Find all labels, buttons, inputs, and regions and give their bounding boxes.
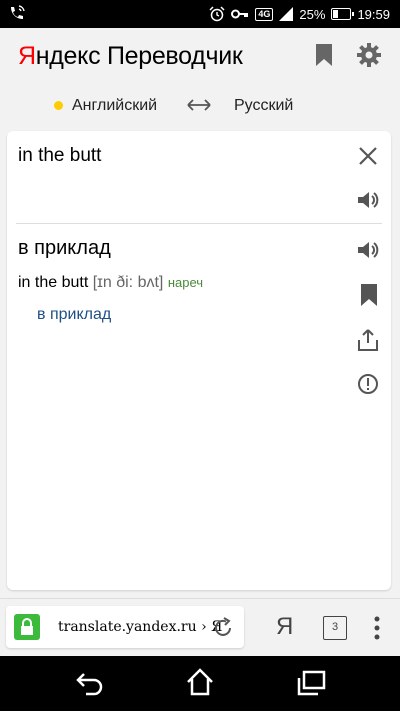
yandex-button[interactable]: Я bbox=[276, 613, 293, 641]
dictionary-meaning[interactable]: в приклад bbox=[37, 306, 111, 324]
battery-percent: 25% bbox=[299, 6, 326, 22]
address-bar[interactable]: translate.yandex.ru › Я bbox=[6, 606, 244, 648]
speaker-icon[interactable] bbox=[356, 189, 380, 211]
clock: 19:59 bbox=[357, 6, 390, 22]
more-vertical-icon[interactable] bbox=[370, 615, 384, 641]
bookmark-icon[interactable] bbox=[312, 42, 336, 68]
share-icon[interactable] bbox=[356, 328, 380, 352]
translation-text: в приклад bbox=[18, 237, 111, 259]
signal-icon bbox=[279, 7, 294, 21]
lock-icon bbox=[14, 614, 40, 640]
source-language[interactable]: Английский bbox=[72, 97, 157, 115]
logo-translator: Переводчик bbox=[100, 42, 243, 70]
transcription: [ɪn ði: bʌt] bbox=[92, 274, 164, 291]
yandex-translate-logo[interactable]: Яндекс Переводчик bbox=[18, 42, 243, 71]
status-bar: 4G 25% 19:59 bbox=[0, 0, 400, 28]
app-header: Яндекс Переводчик bbox=[0, 28, 400, 84]
dictionary-word: in the butt bbox=[18, 274, 89, 291]
status-left bbox=[8, 4, 26, 25]
url-text[interactable]: translate.yandex.ru › Я bbox=[58, 619, 222, 635]
divider bbox=[16, 223, 382, 224]
navigation-bar bbox=[0, 656, 400, 711]
recent-apps-icon[interactable] bbox=[296, 670, 326, 696]
tabs-button[interactable]: 3 bbox=[323, 616, 347, 640]
status-right: 4G 25% 19:59 bbox=[209, 6, 390, 22]
back-icon[interactable] bbox=[76, 670, 104, 696]
4g-icon: 4G bbox=[255, 7, 274, 21]
browser-toolbar: translate.yandex.ru › Я Я 3 bbox=[0, 598, 400, 656]
key-icon bbox=[231, 9, 249, 19]
close-icon[interactable] bbox=[358, 146, 378, 166]
alarm-icon bbox=[209, 6, 225, 22]
language-selector: Английский Русский bbox=[0, 88, 400, 124]
wifi-call-icon bbox=[11, 5, 25, 19]
translation-card: in the butt в приклад in the butt [ɪn ði… bbox=[7, 131, 391, 590]
speaker-icon[interactable] bbox=[356, 239, 380, 261]
bookmark-icon[interactable] bbox=[358, 283, 380, 307]
reload-icon[interactable] bbox=[212, 617, 234, 639]
source-text-input[interactable]: in the butt bbox=[18, 145, 101, 167]
home-icon[interactable] bbox=[186, 668, 214, 696]
logo-ya: Я bbox=[18, 42, 36, 70]
source-language-dot bbox=[54, 101, 63, 110]
report-error-icon[interactable] bbox=[357, 373, 379, 395]
dictionary-entry: in the butt [ɪn ði: bʌt] нареч bbox=[18, 274, 203, 292]
target-language[interactable]: Русский bbox=[234, 97, 293, 115]
gear-icon[interactable] bbox=[356, 42, 382, 68]
battery-icon bbox=[331, 8, 355, 20]
logo-ndex: ндекс bbox=[35, 42, 101, 70]
swap-languages-icon[interactable] bbox=[186, 98, 212, 112]
part-of-speech: нареч bbox=[167, 275, 204, 290]
